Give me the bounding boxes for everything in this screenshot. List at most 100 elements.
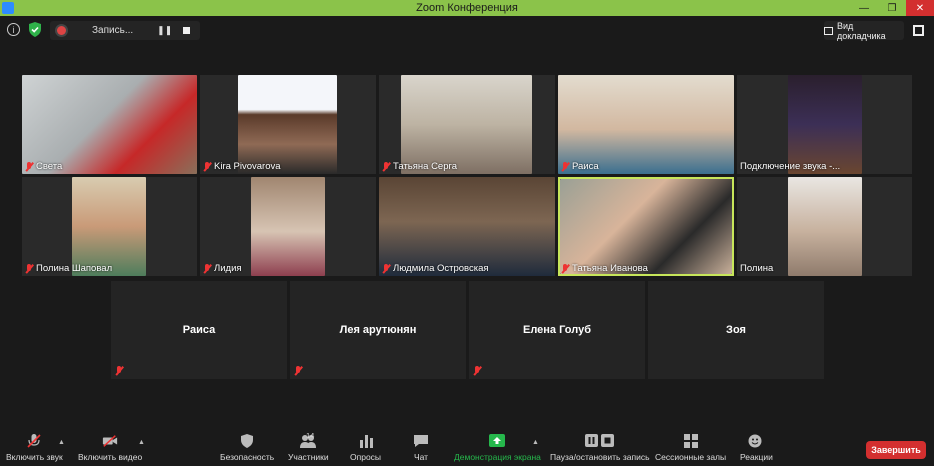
- video-tile-active-speaker[interactable]: Татьяна Иванова: [558, 177, 734, 276]
- participant-tile-no-video[interactable]: Раиса: [111, 281, 287, 379]
- reactions-button[interactable]: Реакции: [740, 434, 773, 462]
- participant-name: Елена Голуб: [522, 324, 591, 336]
- speaker-view-button[interactable]: Вид докладчика: [824, 20, 904, 41]
- breakout-rooms-icon: [683, 434, 698, 448]
- security-shield-icon: [241, 434, 254, 448]
- video-tile[interactable]: Полина Шаповал: [22, 177, 197, 276]
- shield-icon[interactable]: [28, 22, 42, 37]
- recording-label: Запись...: [92, 25, 134, 36]
- unmute-button[interactable]: Включить звук: [6, 434, 63, 462]
- participant-tile-no-video[interactable]: Зоя: [648, 281, 824, 379]
- video-tile[interactable]: Света: [22, 75, 197, 174]
- participant-video: [251, 177, 325, 276]
- minimize-icon[interactable]: —: [850, 0, 878, 16]
- participant-name: Раиса: [572, 161, 599, 172]
- breakout-rooms-label: Сессионные залы: [655, 452, 727, 462]
- participant-video: [788, 177, 862, 276]
- muted-mic-icon: [115, 366, 123, 376]
- video-tile[interactable]: Полина: [737, 177, 912, 276]
- share-screen-button[interactable]: Демонстрация экрана: [454, 434, 541, 462]
- participants-button[interactable]: 14 Участники: [288, 431, 329, 462]
- fullscreen-icon[interactable]: [913, 25, 924, 36]
- polls-button[interactable]: Опросы: [350, 434, 381, 462]
- participant-video: [401, 75, 532, 174]
- info-icon[interactable]: i: [7, 23, 20, 36]
- video-options-chevron-icon[interactable]: ▲: [138, 439, 145, 446]
- muted-mic-icon: [473, 366, 481, 376]
- audio-options-chevron-icon[interactable]: ▲: [58, 439, 65, 446]
- participant-video: [22, 75, 197, 174]
- participants-label: Участники: [288, 452, 329, 462]
- participant-video: [238, 75, 337, 174]
- participant-video: [788, 75, 862, 174]
- participant-name: Полина Шаповал: [36, 263, 113, 274]
- participant-name: Полина: [740, 263, 774, 274]
- grid-view-icon: [824, 26, 833, 35]
- participants-count: 14: [306, 431, 315, 440]
- muted-mic-icon: [27, 434, 41, 448]
- chat-label: Чат: [413, 452, 429, 462]
- stop-recording-icon[interactable]: [183, 27, 191, 34]
- participant-name: Лея арутюнян: [339, 324, 417, 336]
- participant-name: Татьяна Серга: [393, 161, 458, 172]
- meeting-top-bar: i Запись... ❚❚ Вид докладчика: [0, 16, 934, 44]
- participant-name: Kira Pivovarova: [214, 161, 281, 172]
- video-tile[interactable]: Раиса: [558, 75, 734, 174]
- muted-mic-icon: [382, 263, 390, 274]
- muted-mic-icon: [203, 263, 211, 274]
- restore-icon[interactable]: ❐: [878, 0, 906, 16]
- participant-name: Татьяна Иванова: [572, 263, 648, 274]
- unmute-label: Включить звук: [6, 452, 63, 462]
- participant-name: Света: [36, 161, 63, 172]
- recording-icon: [57, 26, 66, 35]
- participant-video: [558, 75, 734, 174]
- chat-button[interactable]: Чат: [413, 434, 429, 462]
- participant-name: Зоя: [726, 324, 746, 336]
- close-icon[interactable]: ✕: [906, 0, 934, 16]
- window-title: Zoom Конференция: [416, 2, 518, 14]
- share-screen-icon: [489, 434, 506, 447]
- video-tile[interactable]: Людмила Островская: [379, 177, 555, 276]
- pause-recording-icon[interactable]: ❚❚: [157, 25, 172, 36]
- polls-chart-icon: [359, 435, 373, 448]
- reactions-label: Реакции: [740, 452, 773, 462]
- muted-mic-icon: [382, 161, 390, 172]
- participant-video: [560, 179, 732, 274]
- video-tile[interactable]: Татьяна Серга: [379, 75, 555, 174]
- polls-label: Опросы: [350, 452, 382, 462]
- pause-stop-label: Пауза/остановить запись: [550, 452, 650, 462]
- start-video-label: Включить видео: [78, 452, 143, 462]
- reactions-smiley-icon: [748, 434, 762, 448]
- window-controls: — ❐ ✕: [850, 0, 934, 16]
- participant-tile-no-video[interactable]: Елена Голуб: [469, 281, 645, 379]
- speaker-view-label: Вид докладчика: [836, 20, 886, 41]
- muted-mic-icon: [561, 161, 569, 172]
- pause-stop-recording-button[interactable]: Пауза/остановить запись: [550, 434, 650, 462]
- video-tile[interactable]: Подключение звука -...: [737, 75, 912, 174]
- muted-mic-icon: [294, 366, 302, 376]
- share-options-chevron-icon[interactable]: ▲: [532, 439, 539, 446]
- participant-video: [379, 177, 555, 276]
- security-button[interactable]: Безопасность: [220, 434, 274, 462]
- participant-name: Подключение звука -...: [740, 161, 841, 172]
- participant-video: [72, 177, 146, 276]
- participant-name: Раиса: [182, 324, 216, 336]
- participant-tile-no-video[interactable]: Лея арутюнян: [290, 281, 466, 379]
- video-tile[interactable]: Kira Pivovarova: [200, 75, 376, 174]
- participant-name: Лидия: [214, 263, 242, 274]
- recording-indicator: Запись... ❚❚: [50, 21, 200, 40]
- muted-mic-icon: [25, 263, 33, 274]
- muted-mic-icon: [203, 161, 211, 172]
- end-meeting-button[interactable]: Завершить: [866, 441, 926, 459]
- start-video-button[interactable]: Включить видео: [78, 434, 142, 462]
- share-screen-label: Демонстрация экрана: [454, 452, 541, 462]
- pause-stop-icon: [584, 434, 614, 447]
- muted-mic-icon: [561, 263, 569, 274]
- meeting-toolbar: Включить звук ▲ Включить видео ▲ Безопас…: [0, 426, 934, 466]
- video-off-icon: [102, 435, 118, 447]
- title-bar: Zoom Конференция — ❐ ✕: [0, 0, 934, 16]
- breakout-rooms-button[interactable]: Сессионные залы: [655, 434, 726, 462]
- participant-name: Людмила Островская: [393, 263, 489, 274]
- video-tile[interactable]: Лидия: [200, 177, 376, 276]
- zoom-app-icon: [2, 2, 14, 14]
